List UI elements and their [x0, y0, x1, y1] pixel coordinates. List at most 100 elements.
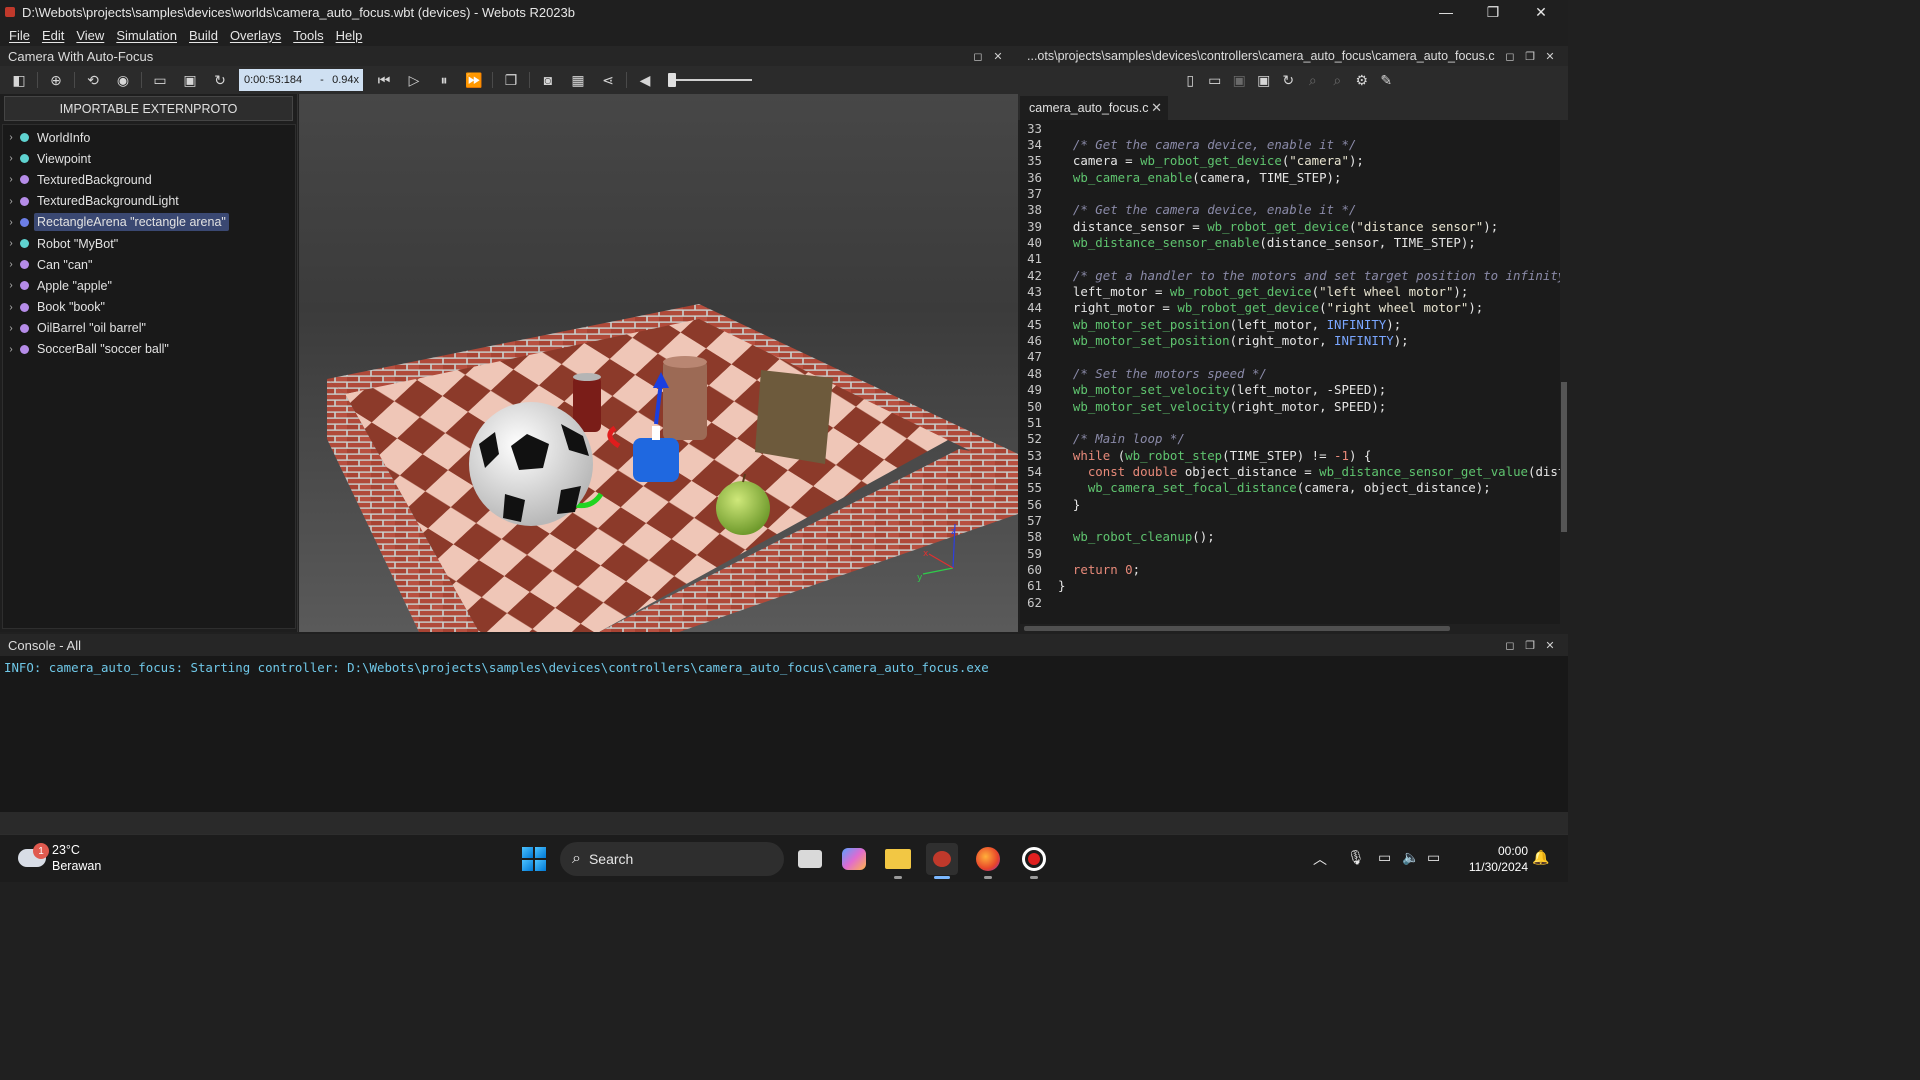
save-as-icon[interactable]: ▣: [1252, 68, 1277, 92]
code-line: 36 wb_camera_enable(camera, TIME_STEP);: [1020, 169, 1560, 185]
task-view-icon[interactable]: [794, 843, 826, 875]
screen-recorder-icon[interactable]: [1018, 843, 1050, 879]
record-movie-icon[interactable]: ▦: [563, 68, 593, 92]
menu-tools[interactable]: Tools: [287, 28, 329, 43]
running-indicator: [934, 876, 950, 879]
find-icon[interactable]: ⌕: [1301, 68, 1326, 92]
maximize-panel-icon[interactable]: ❐: [1522, 48, 1538, 64]
microphone-icon[interactable]: 🎙: [1347, 849, 1365, 866]
expand-arrow-icon[interactable]: ›: [3, 323, 19, 334]
3d-view[interactable]: z y x: [299, 94, 1018, 632]
code-editor[interactable]: 33 34 /* Get the camera device, enable it…: [1020, 120, 1560, 624]
expand-arrow-icon[interactable]: ›: [3, 344, 19, 355]
scene-tree-node[interactable]: › TexturedBackground: [3, 169, 295, 190]
fast-forward-icon[interactable]: ⏩: [459, 68, 489, 92]
volume-slider[interactable]: [668, 71, 752, 89]
close-panel-icon[interactable]: ✕: [1542, 48, 1558, 64]
save-file-icon[interactable]: ▣: [1227, 68, 1252, 92]
scene-tree-node[interactable]: › OilBarrel "oil barrel": [3, 318, 295, 339]
minimize-button[interactable]: —: [1423, 0, 1469, 24]
eye-icon[interactable]: ◉: [108, 68, 138, 92]
tab-camera-auto-focus[interactable]: camera_auto_focus.c ✕: [1020, 96, 1168, 120]
step-icon[interactable]: ▷: [399, 68, 429, 92]
build-icon[interactable]: ⚙: [1350, 68, 1375, 92]
speaker-icon[interactable]: 🔈: [1402, 849, 1419, 866]
volume-slider-handle[interactable]: [668, 73, 676, 87]
toggle-scene-tree-icon[interactable]: ◧: [4, 68, 34, 92]
float-panel-icon[interactable]: ◻: [1502, 48, 1518, 64]
close-panel-icon[interactable]: ✕: [990, 48, 1006, 64]
scrollbar-thumb[interactable]: [1024, 626, 1450, 631]
open-folder-icon[interactable]: ▭: [145, 68, 175, 92]
scene-tree-node[interactable]: › WorldInfo: [3, 127, 295, 148]
open-file-icon[interactable]: ▭: [1203, 68, 1228, 92]
float-panel-icon[interactable]: ◻: [1502, 637, 1518, 653]
screenshot-icon[interactable]: ◙: [533, 68, 563, 92]
render-mode-icon[interactable]: ❐: [496, 68, 526, 92]
save-icon[interactable]: ▣: [175, 68, 205, 92]
expand-arrow-icon[interactable]: ›: [3, 196, 19, 207]
expand-arrow-icon[interactable]: ›: [3, 302, 19, 313]
reload-icon[interactable]: ⟲: [78, 68, 108, 92]
start-button[interactable]: [518, 843, 550, 875]
system-clock[interactable]: 00:00 11/30/2024: [1458, 843, 1528, 875]
new-file-icon[interactable]: ▯: [1178, 68, 1203, 92]
running-indicator: [984, 876, 992, 879]
scene-tree-node[interactable]: › Apple "apple": [3, 275, 295, 296]
close-window-button[interactable]: ✕: [1518, 0, 1564, 24]
close-tab-icon[interactable]: ✕: [1151, 100, 1162, 116]
expand-arrow-icon[interactable]: ›: [3, 259, 19, 270]
copilot-icon[interactable]: [838, 843, 870, 875]
reset-simulation-icon[interactable]: ⏮: [369, 68, 399, 92]
expand-arrow-icon[interactable]: ›: [3, 217, 19, 228]
scene-tree-node[interactable]: › Book "book": [3, 297, 295, 318]
file-explorer-icon[interactable]: [882, 843, 914, 879]
pause-icon[interactable]: ⏸: [429, 68, 459, 92]
window-title: D:\Webots\projects\samples\devices\world…: [22, 4, 575, 20]
console-output[interactable]: INFO: camera_auto_focus: Starting contro…: [0, 656, 1568, 812]
menu-view[interactable]: View: [70, 28, 110, 43]
weather-widget[interactable]: 1 23°C Berawan: [18, 841, 138, 877]
importable-externproto-button[interactable]: IMPORTABLE EXTERNPROTO: [4, 96, 293, 121]
mute-icon[interactable]: ◀: [630, 68, 660, 92]
menu-simulation[interactable]: Simulation: [110, 28, 183, 43]
scrollbar-thumb[interactable]: [1561, 382, 1567, 532]
webots-taskbar-icon[interactable]: [926, 843, 958, 879]
replace-icon[interactable]: ⌕: [1325, 68, 1350, 92]
notification-bell-icon[interactable]: 🔔: [1532, 849, 1549, 866]
close-panel-icon[interactable]: ✕: [1542, 637, 1558, 653]
taskbar-search[interactable]: ⌕ Search: [560, 842, 784, 876]
share-icon[interactable]: ⋖: [593, 68, 623, 92]
code-vertical-scrollbar[interactable]: [1560, 120, 1568, 624]
scene-tree-node[interactable]: › SoccerBall "soccer ball": [3, 339, 295, 360]
add-node-icon[interactable]: ⊕: [41, 68, 71, 92]
menu-help[interactable]: Help: [330, 28, 369, 43]
maximize-panel-icon[interactable]: ❐: [1522, 637, 1538, 653]
reset-icon[interactable]: ↻: [205, 68, 235, 92]
expand-arrow-icon[interactable]: ›: [3, 174, 19, 185]
scene-tree-node[interactable]: › Robot "MyBot": [3, 233, 295, 254]
chevron-up-icon[interactable]: ︿: [1313, 849, 1327, 869]
menu-overlays[interactable]: Overlays: [224, 28, 287, 43]
expand-arrow-icon[interactable]: ›: [3, 153, 19, 164]
battery-icon[interactable]: ▭: [1427, 849, 1440, 866]
scene-tree-node[interactable]: › RectangleArena "rectangle arena": [3, 212, 295, 233]
menu-build[interactable]: Build: [183, 28, 224, 43]
expand-arrow-icon[interactable]: ›: [3, 132, 19, 143]
scene-tree-node[interactable]: › TexturedBackgroundLight: [3, 191, 295, 212]
clean-icon[interactable]: ✎: [1374, 68, 1399, 92]
network-icon[interactable]: ▭: [1378, 849, 1391, 866]
node-label: SoccerBall "soccer ball": [37, 342, 169, 357]
restore-button[interactable]: ❐: [1470, 0, 1516, 24]
firefox-icon[interactable]: [972, 843, 1004, 879]
simulation-speed: 0.94x: [332, 74, 359, 86]
float-panel-icon[interactable]: ◻: [970, 48, 986, 64]
expand-arrow-icon[interactable]: ›: [3, 280, 19, 291]
scene-tree-node[interactable]: › Viewpoint: [3, 148, 295, 169]
code-horizontal-scrollbar[interactable]: [1020, 624, 1560, 632]
menu-file[interactable]: File: [3, 28, 36, 43]
menu-edit[interactable]: Edit: [36, 28, 70, 43]
scene-tree-node[interactable]: › Can "can": [3, 254, 295, 275]
revert-icon[interactable]: ↻: [1276, 68, 1301, 92]
expand-arrow-icon[interactable]: ›: [3, 238, 19, 249]
